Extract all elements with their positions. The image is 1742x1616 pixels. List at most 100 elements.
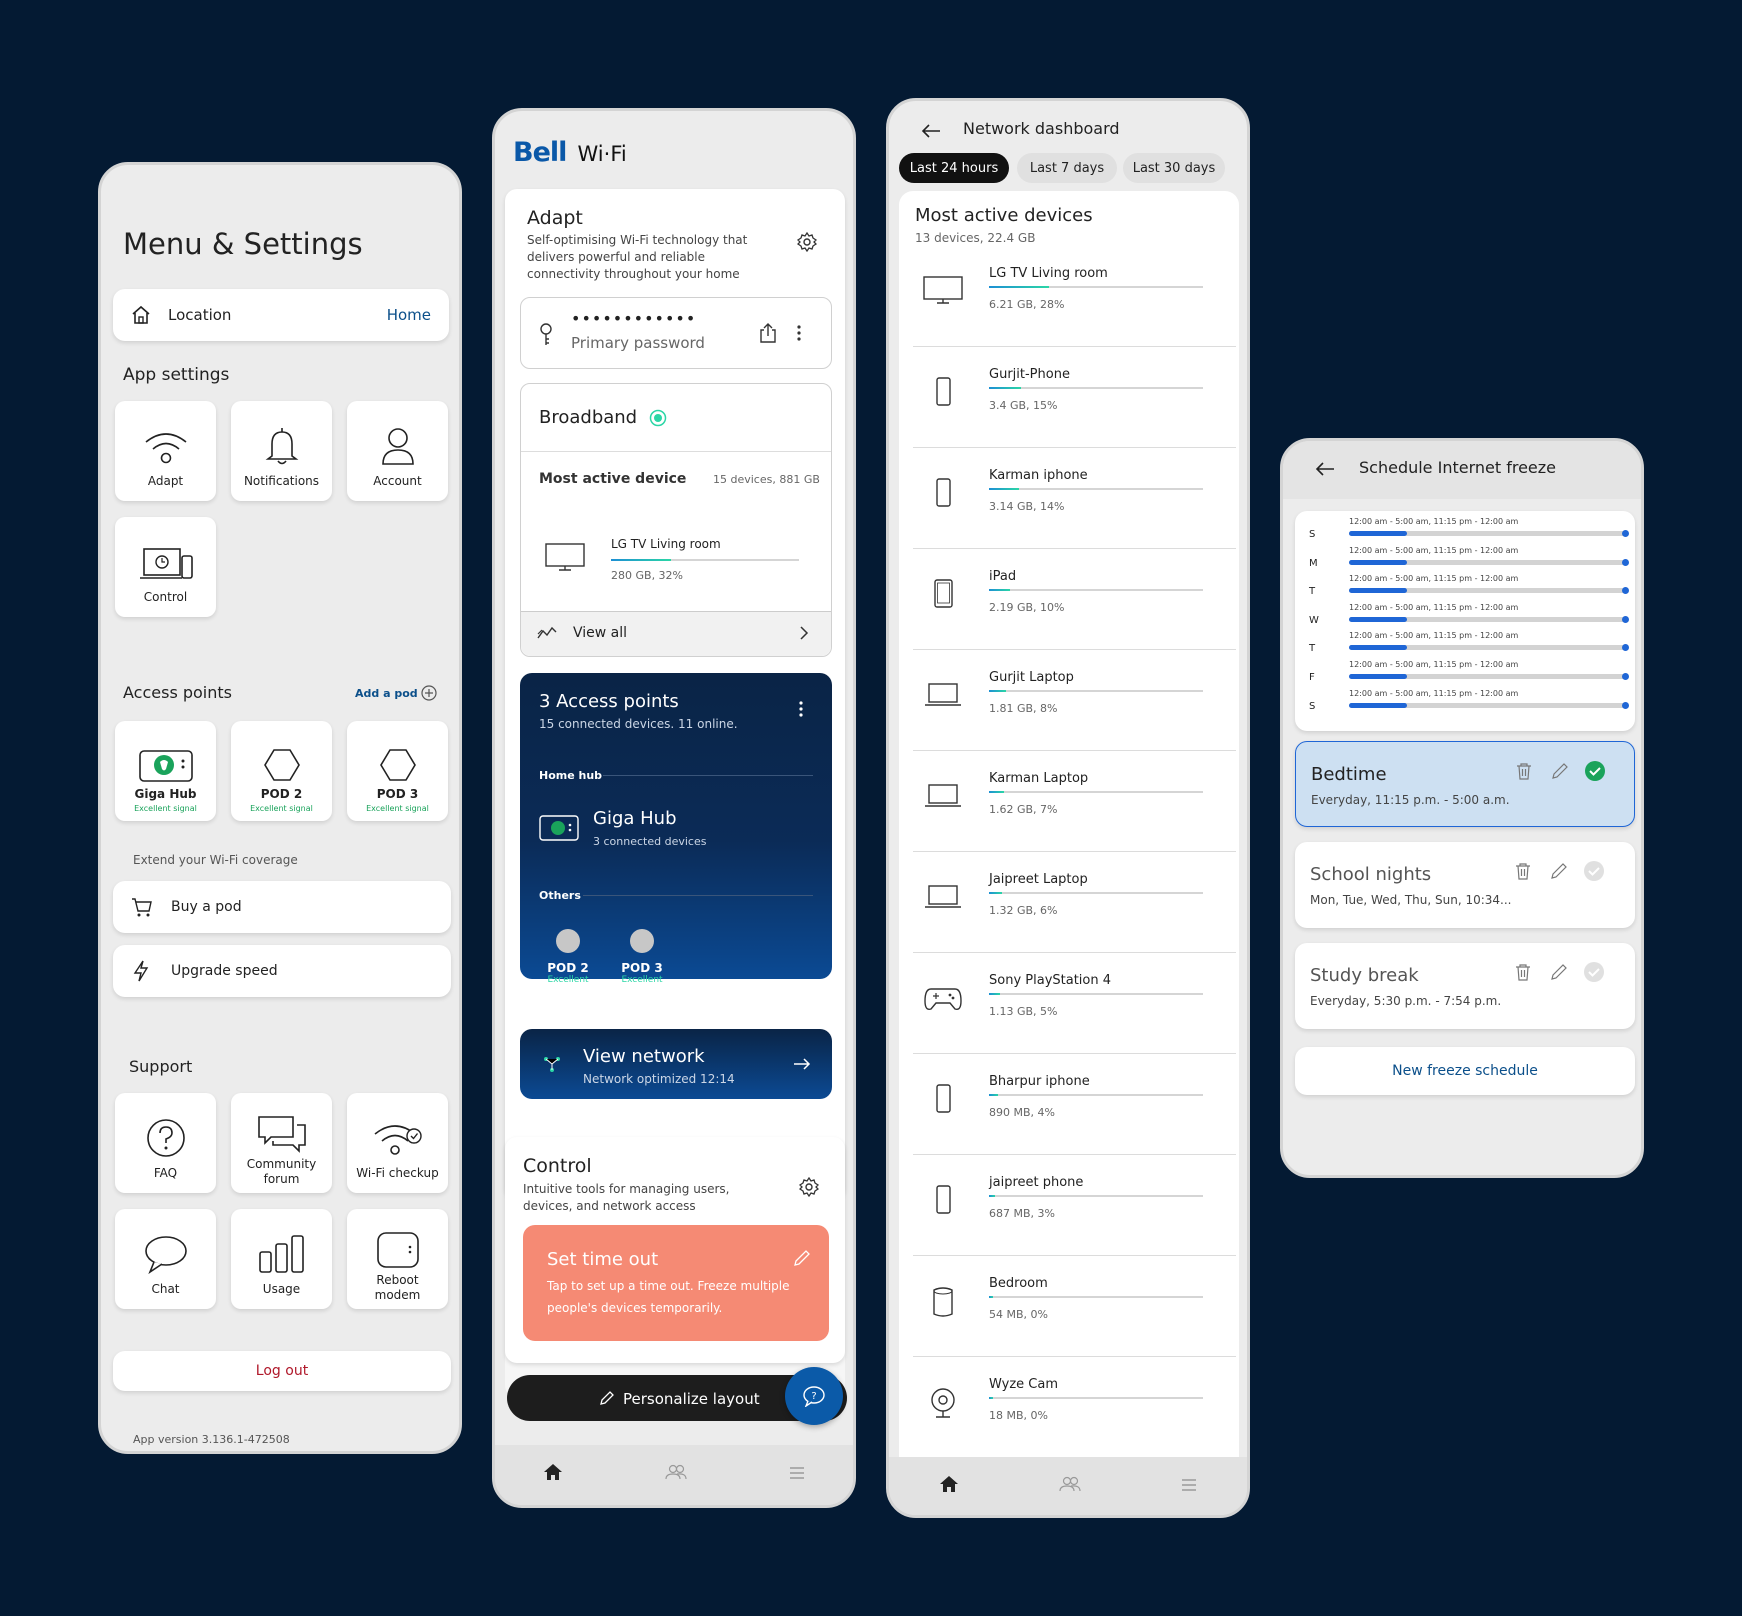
trash-icon[interactable] [1515,862,1531,880]
chat-tile[interactable]: Chat [115,1209,216,1309]
usage-tile[interactable]: Usage [231,1209,332,1309]
device-row[interactable]: Gurjit Laptop 1.81 GB, 8% [913,650,1236,751]
pod-2-tile[interactable]: POD 2 Excellent signal [231,721,332,821]
phone-icon [923,1185,963,1215]
schedule-item[interactable]: Study break Everyday, 5:30 p.m. - 7:54 p.… [1295,943,1635,1029]
section-title: Most active devices [915,205,1093,226]
back-arrow-icon[interactable] [1315,461,1335,477]
home-nav-icon[interactable] [939,1475,959,1493]
extend-coverage-label: Extend your Wi-Fi coverage [133,853,298,867]
device-row[interactable]: Karman iphone 3.14 GB, 14% [913,448,1236,549]
reboot-modem-tile[interactable]: Reboot modem [347,1209,448,1309]
device-row[interactable]: LG TV Living room 6.21 GB, 28% [913,246,1236,347]
people-nav-icon[interactable] [1059,1476,1081,1492]
check-circle-icon[interactable] [1583,961,1605,983]
location-row[interactable]: Location Home [113,289,449,341]
menu-nav-icon[interactable] [789,1466,805,1480]
device-name: Gurjit Laptop [989,670,1074,685]
pencil-icon[interactable] [1551,762,1569,780]
device-row[interactable]: Karman Laptop 1.62 GB, 7% [913,751,1236,852]
more-icon[interactable] [797,325,801,341]
device-stat: 3.14 GB, 14% [989,500,1065,513]
device-row[interactable]: Gurjit-Phone 3.4 GB, 15% [913,347,1236,448]
home-nav-icon[interactable] [543,1463,563,1481]
control-tile[interactable]: Control [115,517,216,617]
pod-2-indicator[interactable]: POD 2 Excellent [543,929,593,985]
more-icon[interactable] [799,701,803,717]
device-row[interactable]: Bedroom 54 MB, 0% [913,1256,1236,1357]
pod-3-tile[interactable]: POD 3 Excellent signal [347,721,448,821]
day-letter: S [1309,529,1316,540]
day-time-range: 12:00 am - 5:00 am, 11:15 pm - 12:00 am [1349,602,1519,612]
usage-bar [989,690,1203,692]
device-row[interactable]: iPad 2.19 GB, 10% [913,549,1236,650]
device-row[interactable]: Jaipreet Laptop 1.32 GB, 6% [913,852,1236,953]
pod-status: Excellent [547,975,589,985]
notifications-tile[interactable]: Notifications [231,401,332,501]
adapt-title: Adapt [527,207,583,229]
device-row[interactable]: Sony PlayStation 4 1.13 GB, 5% [913,953,1236,1054]
adapt-tile[interactable]: Adapt [115,401,216,501]
device-row[interactable]: jaipreet phone 687 MB, 3% [913,1155,1236,1256]
devices-clock-icon [138,546,194,582]
screen-title: Schedule Internet freeze [1359,458,1557,477]
pencil-icon[interactable] [1550,862,1568,880]
account-tile[interactable]: Account [347,401,448,501]
person-icon [380,426,416,466]
schedule-item[interactable]: School nights Mon, Tue, Wed, Thu, Sun, 10… [1295,842,1635,928]
pod-status: Excellent [621,975,663,985]
giga-hub-icon [539,815,579,841]
password-card[interactable] [520,297,832,369]
giga-hub-icon [138,747,194,783]
location-value[interactable]: Home [387,306,431,324]
gear-icon[interactable] [799,1177,819,1197]
question-icon [146,1118,186,1158]
upgrade-speed-row[interactable]: Upgrade speed [113,945,451,997]
divider [583,895,813,896]
tv-icon [545,543,585,571]
speaker-icon [923,1286,963,1318]
add-circle-icon[interactable] [421,685,437,701]
help-fab[interactable]: ? [785,1367,843,1425]
trash-icon[interactable] [1515,963,1531,981]
gear-icon[interactable] [797,232,817,252]
pencil-icon[interactable] [793,1249,811,1267]
range-chip-7d[interactable]: Last 7 days [1017,153,1117,183]
range-chip-30d[interactable]: Last 30 days [1123,153,1225,183]
share-icon[interactable] [759,323,777,343]
logout-button[interactable]: Log out [113,1351,451,1391]
range-chip-24h[interactable]: Last 24 hours [899,153,1009,183]
buy-pod-row[interactable]: Buy a pod [113,881,451,933]
schedule-item[interactable]: Bedtime Everyday, 11:15 p.m. - 5:00 a.m. [1295,741,1635,827]
check-circle-active-icon[interactable] [1584,760,1606,782]
day-time-range: 12:00 am - 5:00 am, 11:15 pm - 12:00 am [1349,545,1519,555]
pod-3-indicator[interactable]: POD 3 Excellent [617,929,667,985]
check-circle-icon[interactable] [1583,860,1605,882]
device-list: LG TV Living room 6.21 GB, 28% Gurjit-Phon… [899,246,1239,1456]
back-arrow-icon[interactable] [921,123,941,139]
giga-hub-tile[interactable]: Giga Hub Excellent signal [115,721,216,821]
add-pod-link[interactable]: Add a pod [355,687,418,700]
pencil-icon[interactable] [1550,963,1568,981]
menu-settings-screen: Menu & Settings Location Home App settin… [98,162,462,1454]
wifi-checkup-tile[interactable]: Wi-Fi checkup [347,1093,448,1193]
faq-tile[interactable]: FAQ [115,1093,216,1193]
trash-icon[interactable] [1516,762,1532,780]
view-all-row[interactable] [521,612,831,656]
new-freeze-schedule-button[interactable]: New freeze schedule [1295,1047,1635,1095]
community-forum-tile[interactable]: Community forum [231,1093,332,1193]
day-timeline [1349,587,1629,595]
freeze-end-dot [1622,673,1629,680]
freeze-end-dot [1622,615,1629,623]
schedule-title: Bedtime [1311,764,1387,785]
day-letter: T [1309,586,1316,598]
most-active-summary: 15 devices, 881 GB [713,473,820,486]
device-row[interactable]: Bharpur iphone 890 MB, 4% [913,1054,1236,1155]
camera-icon [923,1387,963,1419]
view-network-title: View network [583,1046,705,1067]
schedule-subtitle: Everyday, 11:15 p.m. - 5:00 a.m. [1311,793,1510,807]
menu-nav-icon[interactable] [1181,1478,1197,1492]
device-row[interactable]: Wyze Cam 18 MB, 0% [913,1357,1236,1456]
freeze-segment [1349,588,1407,594]
people-nav-icon[interactable] [665,1464,687,1480]
